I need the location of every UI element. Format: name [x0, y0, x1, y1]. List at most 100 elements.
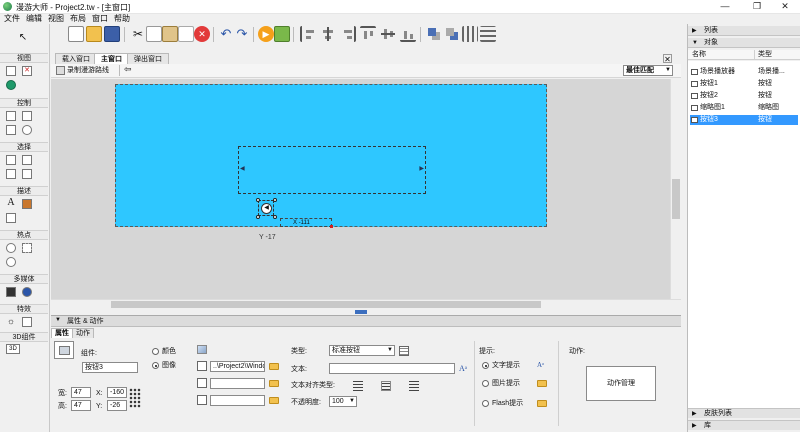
color-radio[interactable]	[152, 348, 159, 355]
align-right-icon[interactable]	[340, 26, 356, 42]
control-toggle-icon[interactable]	[22, 111, 32, 121]
col-name[interactable]: 名称	[692, 50, 706, 60]
3d-component-icon[interactable]: 3D	[6, 344, 20, 354]
font-icon[interactable]: Aᵃ	[459, 364, 467, 373]
list-header[interactable]: ▶ 列表	[688, 26, 800, 36]
text-tool-icon[interactable]: A	[6, 198, 16, 209]
undo-icon[interactable]: ↶	[218, 26, 234, 42]
redo-icon[interactable]: ↷	[234, 26, 250, 42]
send-back-icon[interactable]	[444, 26, 460, 42]
tab-popup-window[interactable]: 弹出窗口	[127, 53, 169, 64]
browse-folder-icon[interactable]	[269, 380, 279, 387]
text-tip-radio[interactable]	[482, 362, 489, 369]
color-swatch-icon[interactable]	[197, 345, 207, 354]
zoom-fit-select[interactable]: 最佳匹配 ▼	[623, 65, 673, 76]
library-header[interactable]: ▶ 库	[688, 420, 800, 430]
align-left-icon[interactable]	[300, 26, 316, 42]
text-align-center-icon[interactable]	[381, 381, 391, 391]
delete-icon[interactable]: ✕	[194, 26, 210, 42]
type-list-icon[interactable]	[399, 346, 409, 356]
paste-icon[interactable]	[162, 26, 178, 42]
hotspot-area-icon[interactable]	[22, 243, 32, 253]
x-field[interactable]: -160	[107, 387, 127, 398]
objects-header[interactable]: ▼ 对象	[688, 38, 800, 48]
tip-font-icon[interactable]: Aᵃ	[537, 361, 544, 370]
image-hover-field[interactable]	[210, 378, 265, 389]
browse-folder-icon[interactable]	[269, 397, 279, 404]
publish-icon[interactable]	[274, 26, 290, 42]
bring-front-icon[interactable]	[426, 26, 442, 42]
select-image-icon[interactable]	[22, 169, 32, 179]
paste-special-icon[interactable]	[178, 26, 194, 42]
resize-handle[interactable]	[256, 198, 260, 202]
align-bottom-icon[interactable]	[400, 26, 416, 42]
back-arrow-icon[interactable]: ⇦	[124, 65, 132, 74]
snow-effect-icon[interactable]	[22, 317, 32, 327]
flash-tip-folder-icon[interactable]	[537, 400, 547, 407]
image-path-field[interactable]: ..\Project2\Windo	[210, 361, 265, 372]
close-tab-icon[interactable]: ✕	[663, 54, 672, 64]
selected-button-3[interactable]: ◀	[256, 198, 277, 219]
stage-panorama[interactable]: ◀ ▶ ◀ X -111	[115, 84, 547, 228]
vertical-scroll-thumb[interactable]	[672, 179, 680, 219]
opacity-select[interactable]: 100 ▼	[329, 396, 357, 407]
align-center-icon[interactable]	[320, 26, 336, 42]
distribute-vertical-icon[interactable]	[480, 26, 496, 42]
menu-view[interactable]: 视图	[48, 14, 64, 24]
resize-handle[interactable]	[273, 215, 277, 219]
image-radio[interactable]	[152, 362, 159, 369]
thumbnail-container[interactable]: ◀ ▶	[238, 146, 426, 194]
list-item-selected[interactable]: 按钮3 按钮	[690, 115, 798, 125]
control-button-icon[interactable]	[6, 111, 16, 121]
textbox-tool-icon[interactable]	[6, 213, 16, 223]
type-select[interactable]: 标准按钮 ▼	[329, 345, 395, 356]
select-thumb-icon[interactable]	[6, 169, 16, 179]
text-align-left-icon[interactable]	[353, 381, 363, 391]
save-icon[interactable]	[104, 26, 120, 42]
text-field[interactable]	[329, 363, 455, 374]
close-window-button[interactable]: ✕	[770, 0, 800, 14]
resize-handle[interactable]	[256, 215, 260, 219]
menu-window[interactable]: 窗口	[92, 14, 108, 24]
list-item[interactable]: 按钮2 按钮	[690, 91, 798, 101]
select-list-icon[interactable]	[6, 155, 16, 165]
horizontal-scroll-thumb[interactable]	[111, 301, 541, 308]
y-field[interactable]: -26	[107, 400, 127, 411]
menu-file[interactable]: 文件	[4, 14, 20, 24]
hotspot-point-icon[interactable]	[6, 243, 16, 253]
record-path-button[interactable]: 录制漫游路线	[67, 66, 109, 75]
menu-layout[interactable]: 布局	[70, 14, 86, 24]
sun-effect-icon[interactable]: ☼	[6, 317, 16, 327]
copy-icon[interactable]	[146, 26, 162, 42]
skin-list-header[interactable]: ▶ 皮肤列表	[688, 408, 800, 418]
collapse-icon[interactable]: ▼	[55, 317, 61, 323]
pointer-tool-icon[interactable]: ↖	[18, 33, 28, 44]
select-grid-icon[interactable]	[22, 155, 32, 165]
image-tip-radio[interactable]	[482, 380, 489, 387]
cut-icon[interactable]: ✂	[130, 26, 146, 42]
view-sphere-icon[interactable]	[6, 80, 16, 90]
menu-edit[interactable]: 编辑	[26, 14, 42, 24]
col-type[interactable]: 类型	[758, 50, 772, 60]
vertical-scrollbar[interactable]	[670, 79, 681, 299]
video-icon[interactable]	[6, 287, 16, 297]
anchor-grid-icon[interactable]	[129, 388, 141, 408]
tab-properties[interactable]: 属性	[51, 328, 73, 338]
height-field[interactable]: 47	[71, 400, 91, 411]
align-middle-icon[interactable]	[380, 26, 396, 42]
tab-actions[interactable]: 动作	[72, 328, 94, 338]
preview-play-icon[interactable]: ▶	[258, 26, 274, 42]
list-item[interactable]: 缩略图1 缩略图	[690, 103, 798, 113]
menu-help[interactable]: 帮助	[114, 14, 130, 24]
align-top-icon[interactable]	[360, 26, 376, 42]
action-manager-button[interactable]: 动作管理	[586, 366, 656, 401]
control-slider-icon[interactable]	[6, 125, 16, 135]
component-name-field[interactable]: 按钮3	[82, 362, 138, 373]
control-disabled-icon[interactable]	[22, 125, 32, 135]
tab-main-window[interactable]: 主窗口	[94, 53, 129, 64]
width-field[interactable]: 47	[71, 387, 91, 398]
hotspot-polygon-icon[interactable]	[6, 257, 16, 267]
tab-load-window[interactable]: 载入窗口	[55, 53, 97, 64]
browse-folder-icon[interactable]	[269, 363, 279, 370]
splitter-grip[interactable]	[355, 310, 367, 314]
